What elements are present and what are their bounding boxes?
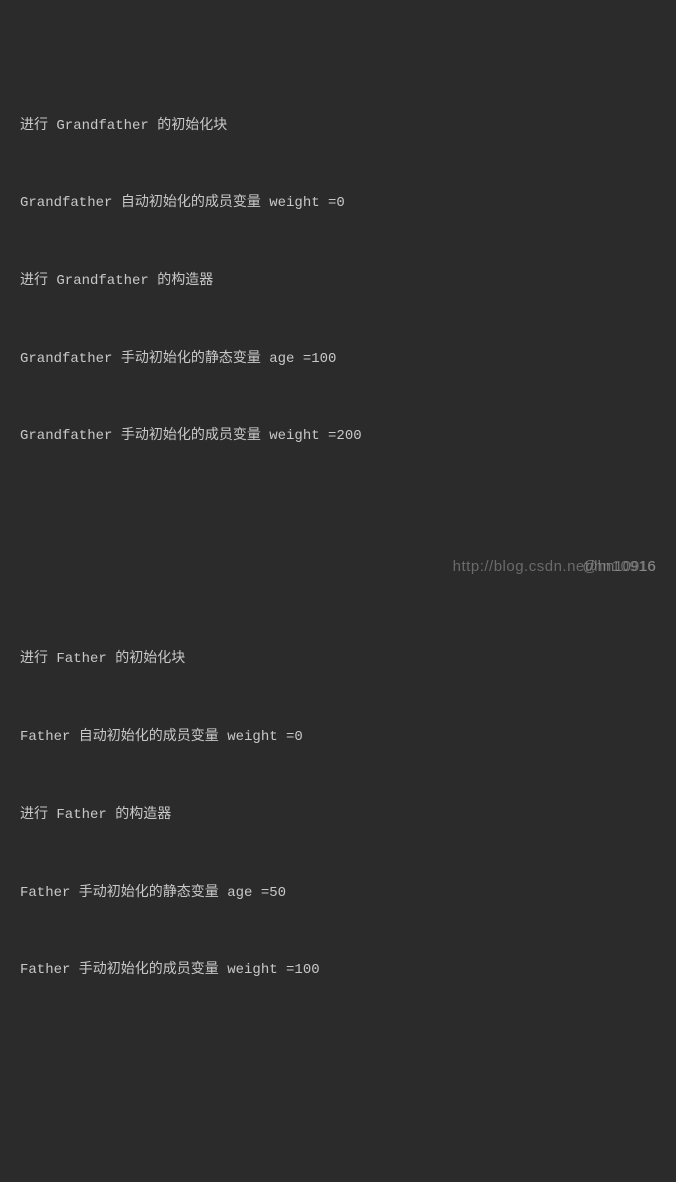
output-line: 进行 Grandfather 的初始化块: [20, 114, 656, 140]
output-block-grandfather: 进行 Grandfather 的初始化块 Grandfather 自动初始化的成…: [20, 62, 656, 502]
output-line: Grandfather 手动初始化的静态变量 age =100: [20, 347, 656, 373]
output-line: 进行 Son 的初始化块: [20, 1181, 656, 1182]
console-output: 进行 Grandfather 的初始化块 Grandfather 自动初始化的成…: [20, 10, 656, 1182]
watermark-handle: @hn10916: [582, 553, 656, 581]
output-line: Father 自动初始化的成员变量 weight =0: [20, 725, 656, 751]
output-block-father: 进行 Father 的初始化块 Father 自动初始化的成员变量 weight…: [20, 596, 656, 1036]
output-line: 进行 Father 的构造器: [20, 803, 656, 829]
output-line: 进行 Father 的初始化块: [20, 647, 656, 673]
output-line: Grandfather 手动初始化的成员变量 weight =200: [20, 424, 656, 450]
output-line: Grandfather 自动初始化的成员变量 weight =0: [20, 191, 656, 217]
output-line: Father 手动初始化的静态变量 age =50: [20, 881, 656, 907]
output-line: Father 手动初始化的成员变量 weight =100: [20, 958, 656, 984]
output-block-son: 进行 Son 的初始化块 Son 自动初始化的成员变量 weight =0 进行…: [20, 1130, 656, 1182]
output-line: 进行 Grandfather 的构造器: [20, 269, 656, 295]
